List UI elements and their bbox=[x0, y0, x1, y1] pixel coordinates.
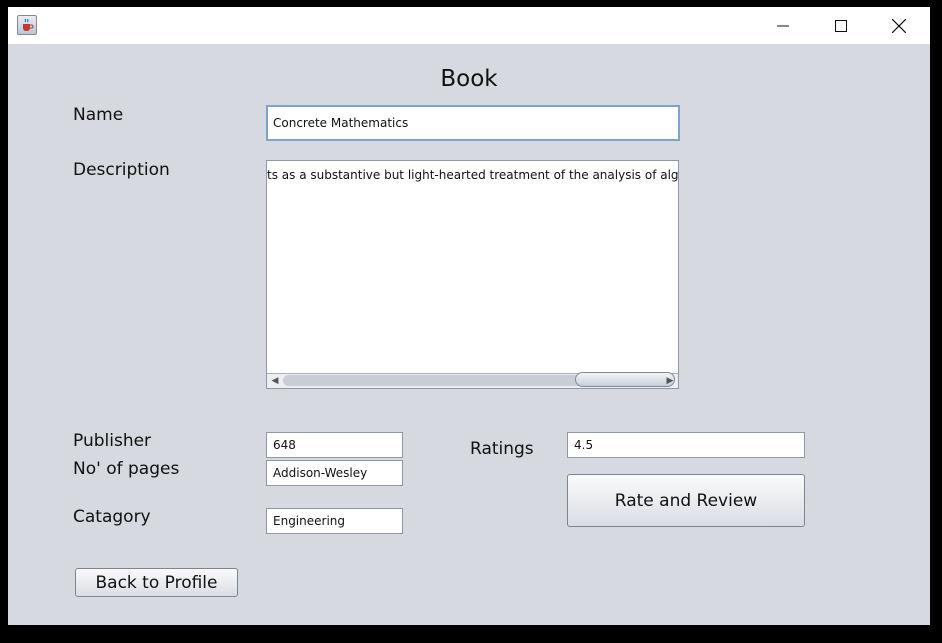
scroll-left-icon[interactable]: ◀ bbox=[268, 375, 282, 387]
description-label: Description bbox=[73, 160, 170, 180]
description-text: ts as a substantive but light-hearted tr… bbox=[267, 168, 679, 182]
name-field[interactable]: Concrete Mathematics bbox=[266, 105, 680, 141]
java-cup-icon[interactable] bbox=[17, 15, 37, 35]
minimize-button[interactable] bbox=[754, 7, 812, 44]
rate-review-button[interactable]: Rate and Review bbox=[567, 474, 805, 527]
minimize-icon bbox=[777, 25, 789, 26]
title-bar[interactable] bbox=[8, 7, 930, 44]
form-panel: Book Name Concrete Mathematics Descripti… bbox=[8, 44, 930, 625]
scroll-track[interactable] bbox=[283, 372, 675, 387]
category-field[interactable]: Engineering bbox=[266, 508, 403, 534]
close-icon bbox=[892, 18, 906, 33]
category-label: Catagory bbox=[73, 507, 151, 527]
ratings-field[interactable]: 4.5 bbox=[567, 432, 805, 458]
scroll-right-icon[interactable]: ▶ bbox=[663, 375, 677, 387]
book-window: Book Name Concrete Mathematics Descripti… bbox=[8, 7, 930, 625]
name-label: Name bbox=[73, 105, 124, 125]
horizontal-scrollbar[interactable]: ◀ ▶ bbox=[267, 372, 678, 388]
maximize-icon bbox=[835, 19, 847, 32]
maximize-button[interactable] bbox=[812, 7, 870, 44]
scroll-thumb[interactable] bbox=[575, 372, 675, 387]
pages-label: No' of pages bbox=[73, 459, 180, 479]
back-to-profile-button[interactable]: Back to Profile bbox=[75, 568, 238, 597]
page-title: Book bbox=[440, 66, 498, 92]
publisher-label: Publisher bbox=[73, 431, 152, 451]
pages-field[interactable]: Addison-Wesley bbox=[266, 460, 403, 486]
ratings-label: Ratings bbox=[470, 439, 534, 459]
close-button[interactable] bbox=[870, 7, 928, 44]
description-textarea[interactable]: ts as a substantive but light-hearted tr… bbox=[266, 160, 679, 389]
publisher-field[interactable]: 648 bbox=[266, 432, 403, 458]
